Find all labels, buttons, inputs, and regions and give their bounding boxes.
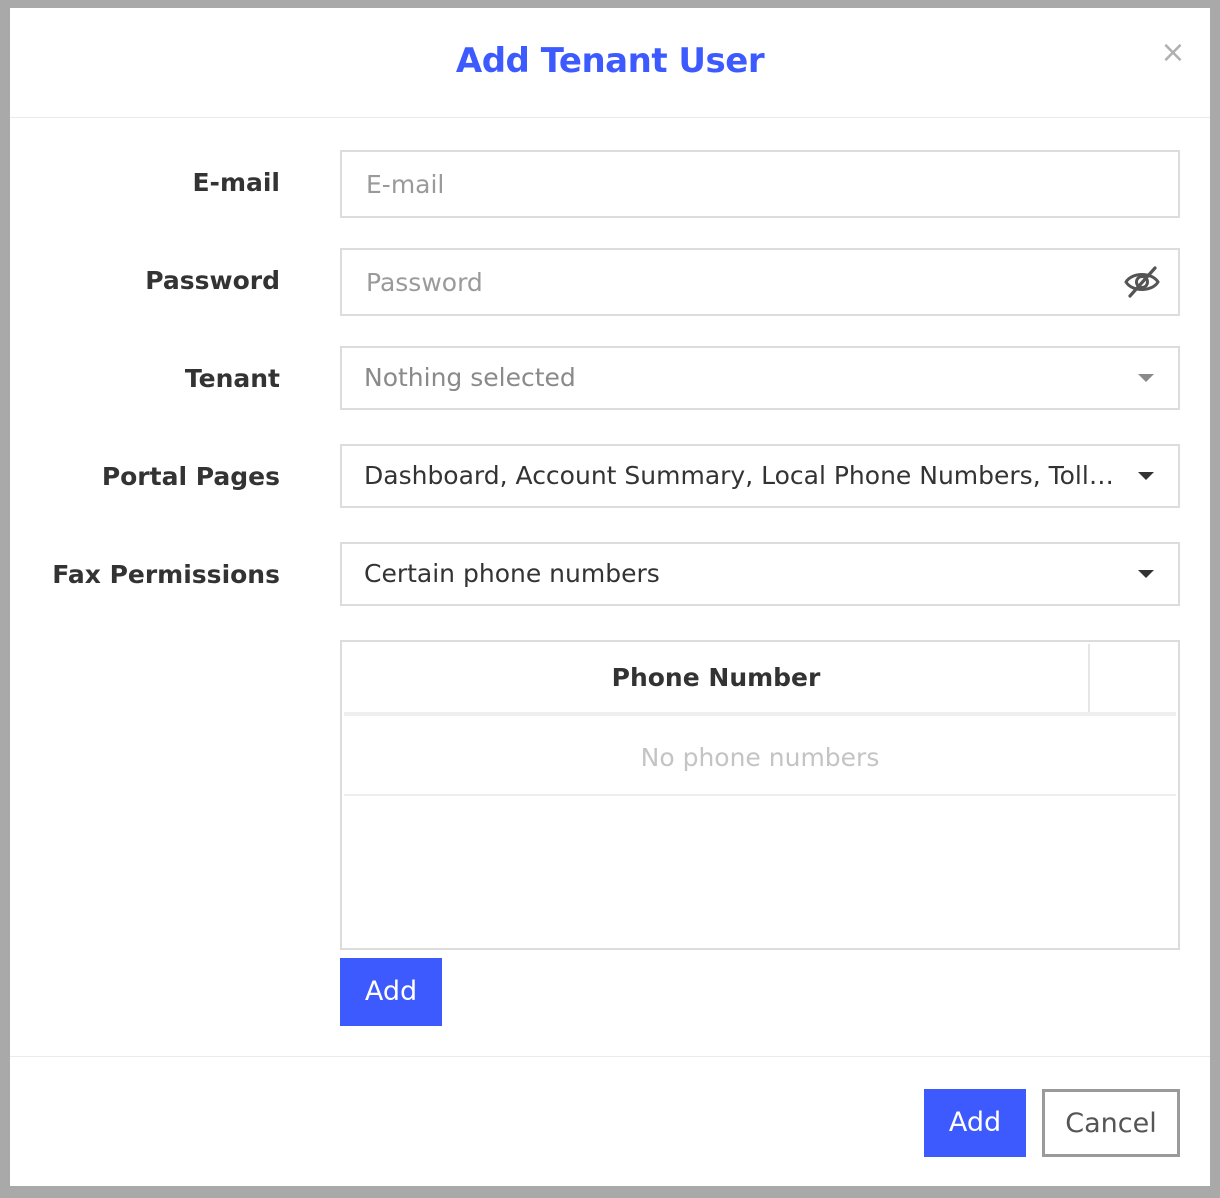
password-field-wrapper (340, 248, 1180, 316)
modal-header: Add Tenant User × (10, 8, 1210, 118)
fax-permissions-label: Fax Permissions (52, 560, 280, 589)
portal-pages-row: Portal Pages Dashboard, Account Summary,… (10, 444, 1210, 508)
password-row: Password (10, 248, 1210, 316)
actions-column-header (1090, 644, 1176, 712)
close-icon[interactable]: × (1158, 38, 1188, 68)
email-input[interactable] (342, 152, 1178, 216)
tenant-select[interactable]: Nothing selected (340, 346, 1180, 410)
portal-pages-select-value: Dashboard, Account Summary, Local Phone … (364, 461, 1118, 490)
tenant-select-value: Nothing selected (364, 363, 576, 392)
add-user-button[interactable]: Add (924, 1089, 1026, 1157)
table-empty-message: No phone numbers (344, 720, 1176, 796)
modal-title: Add Tenant User (455, 41, 765, 81)
password-label: Password (145, 266, 280, 295)
chevron-down-icon (1138, 570, 1154, 578)
email-field-wrapper (340, 150, 1180, 218)
portal-pages-select[interactable]: Dashboard, Account Summary, Local Phone … (340, 444, 1180, 508)
email-row: E-mail (10, 150, 1210, 218)
fax-permissions-select[interactable]: Certain phone numbers (340, 542, 1180, 606)
email-label: E-mail (192, 168, 280, 197)
modal-footer: Add Cancel (10, 1056, 1210, 1186)
phone-numbers-table: Phone Number No phone numbers (340, 640, 1180, 950)
portal-pages-label: Portal Pages (101, 462, 280, 491)
tenant-label: Tenant (184, 364, 280, 393)
phone-number-column-header: Phone Number (344, 644, 1090, 712)
cancel-button[interactable]: Cancel (1042, 1089, 1180, 1157)
chevron-down-icon (1138, 374, 1154, 382)
fax-permissions-row: Fax Permissions Certain phone numbers (10, 542, 1210, 606)
eye-slash-icon[interactable] (1122, 264, 1162, 300)
add-tenant-user-modal: Add Tenant User × E-mail Password Tenant… (10, 8, 1210, 1186)
table-header: Phone Number (344, 644, 1176, 716)
password-input[interactable] (342, 250, 1178, 314)
add-phone-number-button[interactable]: Add (340, 958, 442, 1026)
tenant-row: Tenant Nothing selected (10, 346, 1210, 410)
chevron-down-icon (1138, 472, 1154, 480)
fax-permissions-select-value: Certain phone numbers (364, 559, 660, 588)
